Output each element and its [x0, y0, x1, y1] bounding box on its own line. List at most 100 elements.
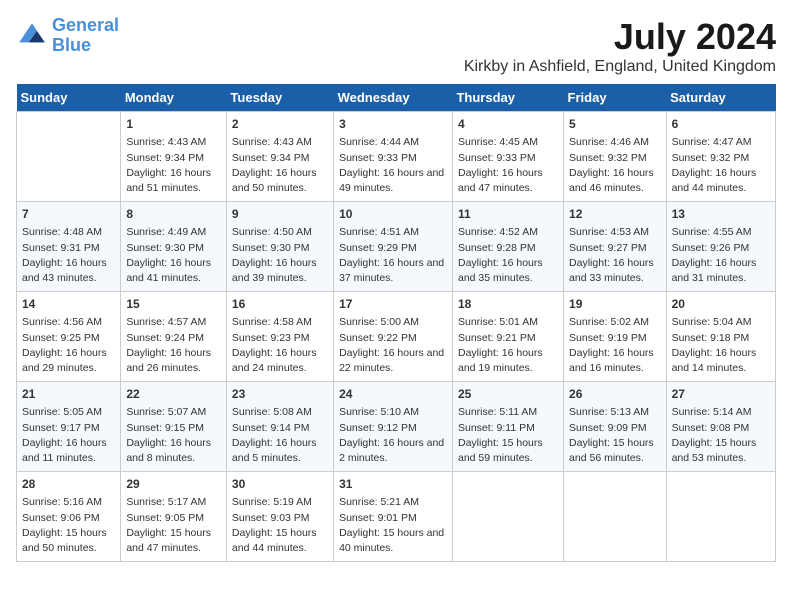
calendar-cell: 22Sunrise: 5:07 AMSunset: 9:15 PMDayligh…	[121, 382, 227, 472]
sunrise-text: Sunrise: 4:50 AM	[232, 225, 328, 240]
calendar-cell: 3Sunrise: 4:44 AMSunset: 9:33 PMDaylight…	[334, 112, 453, 202]
header-monday: Monday	[121, 84, 227, 112]
daylight-text: Daylight: 15 hours and 47 minutes.	[126, 526, 221, 556]
sunrise-text: Sunrise: 4:47 AM	[672, 135, 770, 150]
sunset-text: Sunset: 9:30 PM	[232, 241, 328, 256]
calendar-cell: 9Sunrise: 4:50 AMSunset: 9:30 PMDaylight…	[226, 202, 333, 292]
logo-icon	[16, 20, 48, 52]
sunset-text: Sunset: 9:17 PM	[22, 421, 115, 436]
sunset-text: Sunset: 9:33 PM	[458, 151, 558, 166]
calendar-cell: 7Sunrise: 4:48 AMSunset: 9:31 PMDaylight…	[17, 202, 121, 292]
sunrise-text: Sunrise: 4:51 AM	[339, 225, 447, 240]
day-number: 21	[22, 386, 115, 403]
calendar-cell: 1 Sunrise: 4:43 AMSunset: 9:34 PMDaylight…	[121, 112, 227, 202]
calendar-cell: 26Sunrise: 5:13 AMSunset: 9:09 PMDayligh…	[564, 382, 667, 472]
sunset-text: Sunset: 9:27 PM	[569, 241, 661, 256]
day-number: 7	[22, 206, 115, 223]
calendar-cell: 13Sunrise: 4:55 AMSunset: 9:26 PMDayligh…	[666, 202, 775, 292]
logo-blue: Blue	[52, 35, 91, 55]
sunrise-text: Sunrise: 5:16 AM	[22, 495, 115, 510]
sunrise-text: Sunrise: 4:53 AM	[569, 225, 661, 240]
sunrise-text: Sunrise: 5:08 AM	[232, 405, 328, 420]
week-row-4: 28 Sunrise: 5:16 AMSunset: 9:06 PM Dayligh…	[17, 472, 776, 562]
calendar-cell	[17, 112, 121, 202]
header-tuesday: Tuesday	[226, 84, 333, 112]
calendar-cell: 4Sunrise: 4:45 AMSunset: 9:33 PMDaylight…	[452, 112, 563, 202]
sunset-text: Sunset: 9:06 PM	[22, 511, 115, 526]
daylight-text: Daylight: 16 hours and 49 minutes.	[339, 166, 447, 196]
sunset-text: Sunset: 9:34 PM	[232, 151, 328, 166]
calendar-cell	[564, 472, 667, 562]
sunrise-text: Sunrise: 5:00 AM	[339, 315, 447, 330]
sunrise-text: Sunrise: 5:11 AM	[458, 405, 558, 420]
calendar-cell: 5 Sunrise: 4:46 AMSunset: 9:32 PMDaylight…	[564, 112, 667, 202]
day-number: 16	[232, 296, 328, 313]
sunrise-text: Sunrise: 4:48 AM	[22, 225, 115, 240]
daylight-text: Daylight: 16 hours and 2 minutes.	[339, 436, 447, 466]
sunrise-text: Sunrise: 5:05 AM	[22, 405, 115, 420]
calendar-cell: 14Sunrise: 4:56 AMSunset: 9:25 PMDayligh…	[17, 292, 121, 382]
sunrise-text: Sunrise: 5:04 AM	[672, 315, 770, 330]
header-row: SundayMondayTuesdayWednesdayThursdayFrid…	[17, 84, 776, 112]
daylight-text: Daylight: 16 hours and 44 minutes.	[672, 166, 770, 196]
sunset-text: Sunset: 9:34 PM	[126, 151, 221, 166]
day-number: 30	[232, 476, 328, 493]
sunset-text: Sunset: 9:15 PM	[126, 421, 221, 436]
calendar-cell: 19Sunrise: 5:02 AMSunset: 9:19 PMDayligh…	[564, 292, 667, 382]
sunset-text: Sunset: 9:26 PM	[672, 241, 770, 256]
day-number: 31	[339, 476, 447, 493]
day-number: 23	[232, 386, 328, 403]
calendar-cell: 21Sunrise: 5:05 AMSunset: 9:17 PMDayligh…	[17, 382, 121, 472]
daylight-text: Daylight: 16 hours and 35 minutes.	[458, 256, 558, 286]
calendar-cell: 30Sunrise: 5:19 AMSunset: 9:03 PMDayligh…	[226, 472, 333, 562]
sunset-text: Sunset: 9:22 PM	[339, 331, 447, 346]
header: General Blue July 2024 Kirkby in Ashfiel…	[16, 16, 776, 76]
daylight-text: Daylight: 16 hours and 24 minutes.	[232, 346, 328, 376]
sunrise-text: Sunrise: 5:17 AM	[126, 495, 221, 510]
calendar-cell: 16Sunrise: 4:58 AMSunset: 9:23 PMDayligh…	[226, 292, 333, 382]
sunrise-text: Sunrise: 5:02 AM	[569, 315, 661, 330]
week-row-2: 14Sunrise: 4:56 AMSunset: 9:25 PMDayligh…	[17, 292, 776, 382]
sunset-text: Sunset: 9:33 PM	[339, 151, 447, 166]
calendar-cell: 12Sunrise: 4:53 AMSunset: 9:27 PMDayligh…	[564, 202, 667, 292]
day-number: 29	[126, 476, 221, 493]
day-number: 1	[126, 116, 221, 133]
calendar-cell: 27Sunrise: 5:14 AMSunset: 9:08 PMDayligh…	[666, 382, 775, 472]
location-title: Kirkby in Ashfield, England, United King…	[464, 58, 776, 76]
header-friday: Friday	[564, 84, 667, 112]
daylight-text: Daylight: 16 hours and 29 minutes.	[22, 346, 115, 376]
header-thursday: Thursday	[452, 84, 563, 112]
sunrise-text: Sunrise: 5:14 AM	[672, 405, 770, 420]
sunrise-text: Sunrise: 5:07 AM	[126, 405, 221, 420]
month-title: July 2024	[464, 16, 776, 58]
day-number: 26	[569, 386, 661, 403]
calendar-cell: 6Sunrise: 4:47 AMSunset: 9:32 PMDaylight…	[666, 112, 775, 202]
calendar-cell: 24Sunrise: 5:10 AMSunset: 9:12 PMDayligh…	[334, 382, 453, 472]
day-number: 14	[22, 296, 115, 313]
calendar-cell: 20Sunrise: 5:04 AMSunset: 9:18 PMDayligh…	[666, 292, 775, 382]
daylight-text: Daylight: 16 hours and 19 minutes.	[458, 346, 558, 376]
sunset-text: Sunset: 9:31 PM	[22, 241, 115, 256]
day-number: 9	[232, 206, 328, 223]
sunrise-text: Sunrise: 5:13 AM	[569, 405, 661, 420]
day-number: 27	[672, 386, 770, 403]
day-number: 28	[22, 476, 115, 493]
day-number: 6	[672, 116, 770, 133]
daylight-text: Daylight: 16 hours and 46 minutes.	[569, 166, 661, 196]
daylight-text: Daylight: 16 hours and 51 minutes.	[126, 166, 221, 196]
day-number: 13	[672, 206, 770, 223]
sunrise-text: Sunrise: 4:43 AM	[126, 135, 221, 150]
week-row-3: 21 Sunrise: 5:05 AMSunset: 9:17 PM Dayligh…	[17, 382, 776, 472]
day-number: 15	[126, 296, 221, 313]
calendar-cell	[666, 472, 775, 562]
daylight-text: Daylight: 16 hours and 8 minutes.	[126, 436, 221, 466]
calendar-cell: 11Sunrise: 4:52 AMSunset: 9:28 PMDayligh…	[452, 202, 563, 292]
calendar-cell: 2Sunrise: 4:43 AMSunset: 9:34 PMDaylight…	[226, 112, 333, 202]
day-number: 5	[569, 116, 661, 133]
sunset-text: Sunset: 9:08 PM	[672, 421, 770, 436]
sunset-text: Sunset: 9:32 PM	[569, 151, 661, 166]
sunset-text: Sunset: 9:23 PM	[232, 331, 328, 346]
title-area: July 2024 Kirkby in Ashfield, England, U…	[464, 16, 776, 76]
daylight-text: Daylight: 16 hours and 26 minutes.	[126, 346, 221, 376]
sunrise-text: Sunrise: 4:46 AM	[569, 135, 661, 150]
